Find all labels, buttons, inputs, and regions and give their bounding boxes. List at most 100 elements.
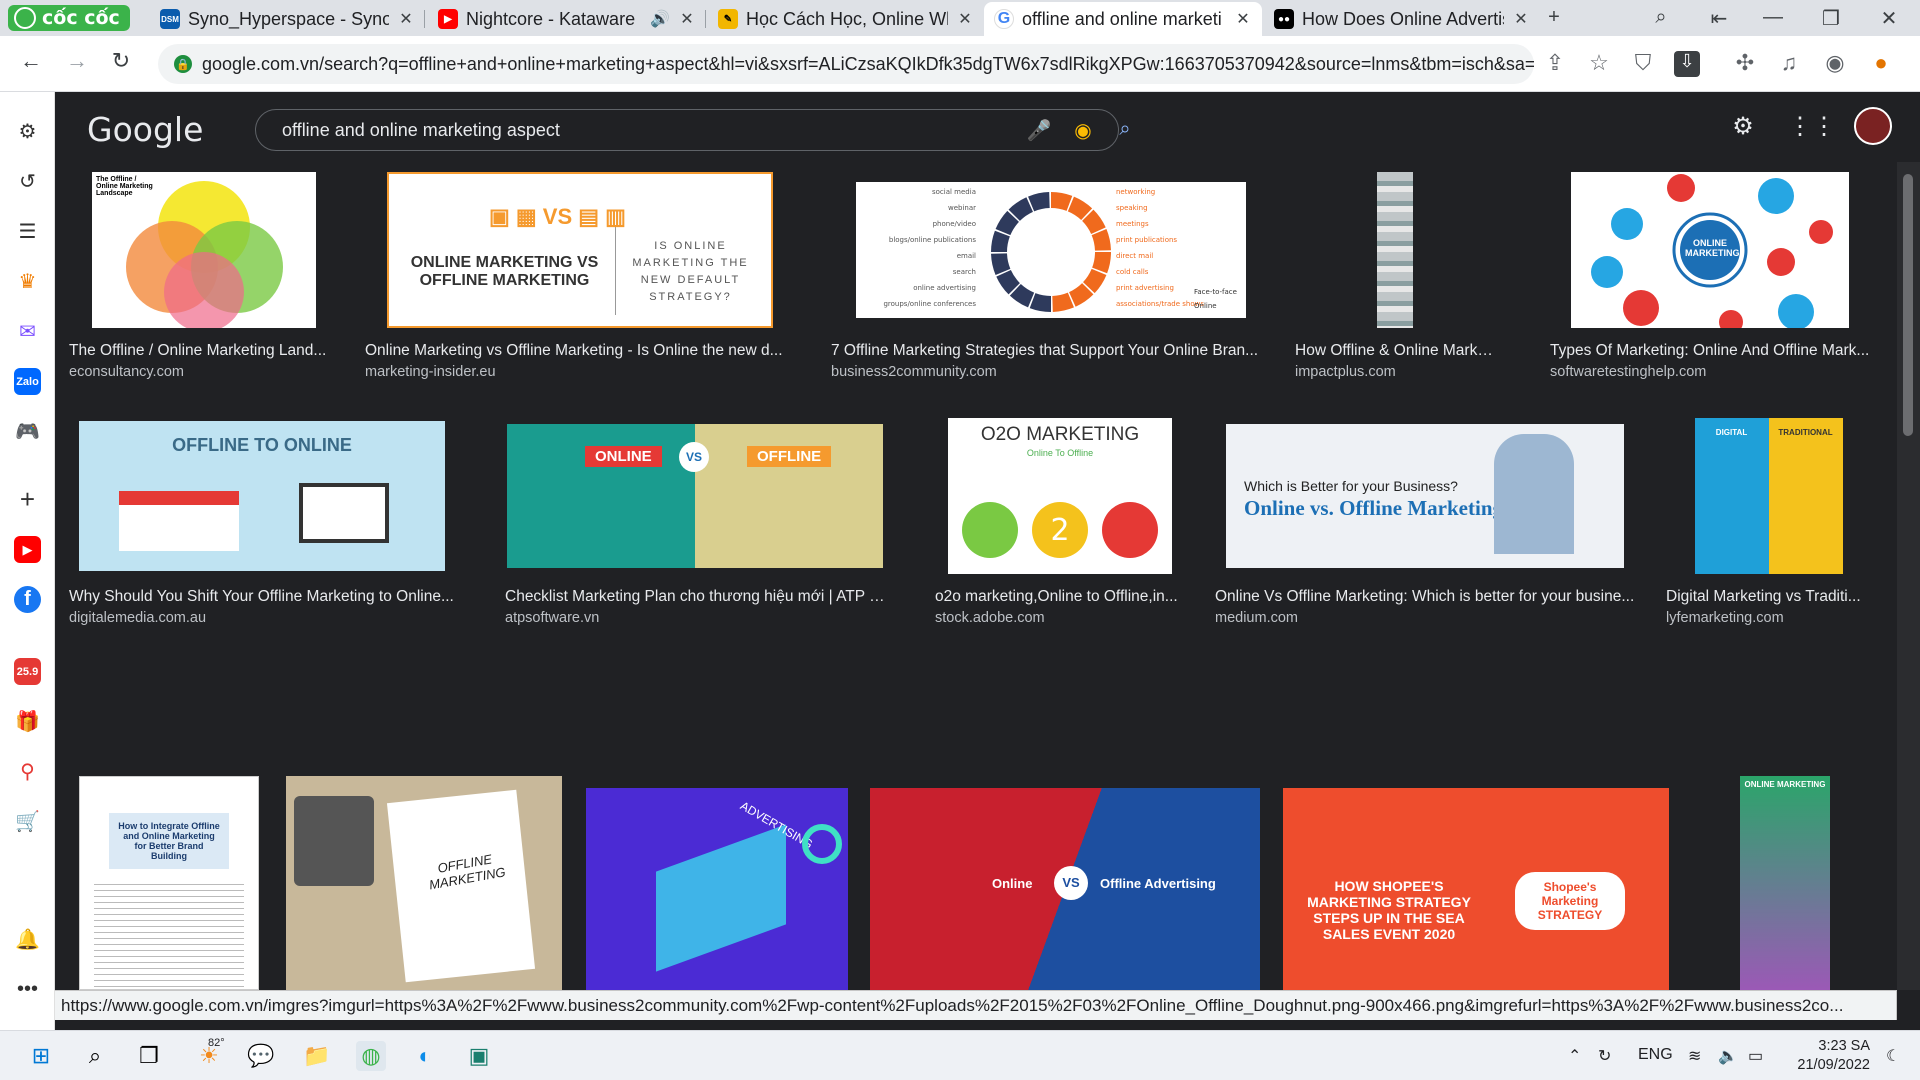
page-scrollbar[interactable] <box>1897 162 1920 990</box>
result-image[interactable]: Which is Better for your Business? Onlin… <box>1226 424 1624 568</box>
result-image[interactable]: OFFLINE MARKETING <box>286 776 562 990</box>
profile-icon[interactable]: ◉ <box>1820 50 1850 76</box>
language-indicator[interactable]: ENG <box>1638 1046 1673 1064</box>
map-pin-icon[interactable]: ⚲ <box>14 758 41 785</box>
gift-icon[interactable]: 🎁 <box>14 708 41 735</box>
reading-list-icon[interactable]: ☰ <box>14 218 41 245</box>
notification-center-icon[interactable]: ☾ <box>1886 1046 1900 1066</box>
result-image[interactable]: ONLINE MARKETING VS OFFLINE MARKETING IS… <box>387 172 773 328</box>
result-image[interactable]: ONLINE OFFLINE VS <box>507 424 883 568</box>
download-icon[interactable]: ⇩ <box>1674 51 1700 77</box>
result-image[interactable]: Online VS Offline Advertising <box>870 788 1260 990</box>
show-hidden-icons[interactable]: ⌃ <box>1568 1046 1581 1066</box>
battery-icon[interactable]: ▭ <box>1748 1046 1763 1066</box>
back-arrow-icon[interactable]: ⇤ <box>1706 6 1732 31</box>
result-card[interactable]: ONLINE MARKETING Types Of Marketing: Onl… <box>1550 170 1870 380</box>
task-view-icon[interactable]: ❐ <box>134 1041 164 1071</box>
result-card[interactable]: ONLINE MARKETING VS OFFLINE MARKETING IS… <box>365 170 795 380</box>
coccoc-menu-button[interactable]: cốc cốc <box>8 5 130 31</box>
facebook-icon[interactable]: f <box>14 586 41 613</box>
scrollbar-thumb[interactable] <box>1903 174 1913 436</box>
shopping-icon[interactable]: 🛒 <box>14 808 41 835</box>
result-card[interactable]: ONLINE MARKETING <box>1740 776 1830 990</box>
close-tab-icon[interactable]: ✕ <box>678 9 696 29</box>
search-icon[interactable]: ⌕ <box>1112 118 1138 141</box>
close-tab-icon[interactable]: ✕ <box>1234 9 1252 29</box>
search-input[interactable] <box>282 110 942 150</box>
chat-icon[interactable]: 💬 <box>246 1041 276 1071</box>
result-card[interactable]: How to Integrate Offline and Online Mark… <box>79 776 259 990</box>
clock[interactable]: 3:23 SA 21/09/2022 <box>1797 1037 1870 1075</box>
wifi-icon[interactable]: ≋ <box>1688 1046 1701 1066</box>
add-sidebar-app-icon[interactable]: + <box>14 484 41 514</box>
result-image[interactable]: OFFLINE TO ONLINE <box>79 421 445 571</box>
more-options-icon[interactable]: ••• <box>14 976 41 1003</box>
windows-start-icon[interactable]: ⊞ <box>26 1041 56 1071</box>
shield-icon[interactable]: ⛉ <box>1628 50 1658 76</box>
forward-button[interactable]: → <box>62 48 92 74</box>
result-image[interactable]: DIGITAL TRADITIONAL <box>1694 418 1843 574</box>
user-avatar-icon[interactable]: ● <box>1866 50 1896 76</box>
result-image[interactable]: ONLINE MARKETING <box>1571 172 1849 328</box>
apps-grid-icon[interactable]: ⋮⋮ <box>1788 112 1836 141</box>
search-icon[interactable]: ⌕ <box>80 1041 110 1071</box>
close-tab-icon[interactable]: ✕ <box>956 9 974 29</box>
result-card[interactable]: HOW SHOPEE'S MARKETING STRATEGY STEPS UP… <box>1283 788 1669 990</box>
share-icon[interactable]: ⇪ <box>1540 50 1570 76</box>
google-logo[interactable]: Google <box>87 110 203 149</box>
extensions-icon[interactable]: ✣ <box>1730 50 1760 76</box>
result-image[interactable] <box>1377 172 1413 328</box>
calendar-icon[interactable]: 25.9 <box>14 658 41 685</box>
result-card[interactable]: social media webinar phone/video blogs/onli… <box>831 170 1271 380</box>
tab-nightcore[interactable]: ▶ Nightcore - Kataware 🔊 ✕ <box>428 2 706 36</box>
result-card[interactable]: ADVERTISING <box>586 788 848 990</box>
crown-icon[interactable]: ♛ <box>14 268 41 295</box>
audio-playing-icon[interactable]: 🔊 <box>650 9 670 29</box>
settings-gear-icon[interactable]: ⚙ <box>1728 112 1758 141</box>
coccoc-browser-icon[interactable]: ◍ <box>356 1041 386 1071</box>
result-card[interactable]: OFFLINE MARKETING <box>286 776 562 990</box>
result-card[interactable]: ONLINE OFFLINE VS Checklist Marketing Pl… <box>505 416 885 626</box>
tab-medium[interactable]: ●● How Does Online Advertis ✕ <box>1264 2 1540 36</box>
minimize-button[interactable]: — <box>1760 6 1786 29</box>
result-image[interactable]: The Offline / Online Marketing Landscape <box>92 172 316 328</box>
maximize-button[interactable]: ❐ <box>1818 6 1844 31</box>
search-tabs-icon[interactable]: ⌕ <box>1648 6 1674 29</box>
search-box[interactable]: 🎤 ◉ ⌕ <box>255 109 1131 151</box>
app-icon[interactable]: ▣ <box>464 1041 494 1071</box>
result-card[interactable]: DIGITAL TRADITIONAL Digital Marketing vs… <box>1666 416 1871 626</box>
result-image[interactable]: HOW SHOPEE'S MARKETING STRATEGY STEPS UP… <box>1283 788 1669 990</box>
result-image[interactable]: social media webinar phone/video blogs/onli… <box>856 182 1246 318</box>
voice-search-icon[interactable]: 🎤 <box>1026 118 1052 143</box>
close-window-button[interactable]: ✕ <box>1876 6 1902 31</box>
tab-google-search[interactable]: G offline and online marketi ✕ <box>984 2 1262 36</box>
result-image[interactable]: O2O MARKETING Online To Offline 2 <box>948 418 1172 574</box>
result-card[interactable]: OFFLINE TO ONLINE Why Should You Shift Y… <box>69 416 469 626</box>
close-tab-icon[interactable]: ✕ <box>1512 9 1530 29</box>
result-card[interactable]: O2O MARKETING Online To Offline 2 o2o ma… <box>935 416 1185 626</box>
volume-icon[interactable]: 🔈 <box>1718 1046 1738 1066</box>
tab-hoc-cach-hoc[interactable]: ✎ Học Cách Học, Online Wh ✕ <box>708 2 984 36</box>
media-icon[interactable]: ♫ <box>1774 50 1804 76</box>
notification-bell-icon[interactable]: 🔔 <box>14 926 41 953</box>
youtube-icon[interactable]: ▶ <box>14 536 41 563</box>
edge-icon[interactable]: ◐ <box>410 1041 440 1071</box>
history-icon[interactable]: ↺ <box>14 168 41 195</box>
close-tab-icon[interactable]: ✕ <box>397 9 415 29</box>
account-avatar[interactable] <box>1854 107 1892 145</box>
secure-lock-icon[interactable]: 🔒 <box>174 55 192 73</box>
bookmark-star-icon[interactable]: ☆ <box>1584 50 1614 76</box>
file-explorer-icon[interactable]: 📁 <box>302 1041 332 1071</box>
image-search-icon[interactable]: ◉ <box>1070 118 1096 143</box>
result-image[interactable]: ONLINE MARKETING <box>1740 776 1830 990</box>
settings-gear-icon[interactable]: ⚙ <box>14 118 41 145</box>
result-card[interactable]: How Offline & Online Marketin... impactp… <box>1295 170 1495 380</box>
tab-synology[interactable]: DSM Syno_Hyperspace - Synol ✕ <box>150 2 425 36</box>
new-tab-button[interactable]: + <box>1541 6 1567 29</box>
result-image[interactable]: How to Integrate Offline and Online Mark… <box>79 776 259 990</box>
back-button[interactable]: ← <box>16 48 46 74</box>
zalo-icon[interactable]: Zalo <box>14 368 41 395</box>
reload-button[interactable]: ↻ <box>106 48 136 74</box>
messenger-icon[interactable]: ✉ <box>14 318 41 345</box>
game-controller-icon[interactable]: 🎮 <box>14 418 41 445</box>
